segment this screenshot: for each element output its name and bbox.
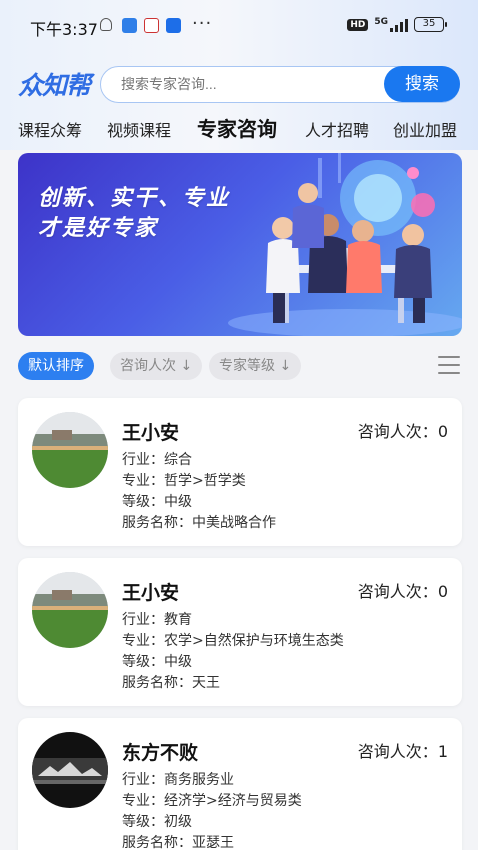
banner-subheadline: 才是好专家	[38, 216, 159, 241]
consult-count: 咨询人次：0	[357, 422, 448, 441]
expert-avatar	[32, 572, 108, 648]
tab-business-franchise[interactable]: 创业加盟	[393, 117, 457, 141]
expert-avatar	[32, 412, 108, 488]
mute-icon	[100, 18, 112, 31]
video-app-icon	[166, 18, 181, 33]
search-button[interactable]: 搜索	[384, 66, 460, 102]
expert-major: 专业：经济学>经济与贸易类	[122, 793, 302, 809]
consult-count: 咨询人次：1	[357, 742, 448, 761]
network-label: 5G	[374, 17, 388, 27]
tab-video-courses[interactable]: 视频课程	[107, 117, 171, 141]
hd-icon: HD	[347, 18, 369, 31]
expert-card[interactable]: 王小安 咨询人次：0 行业：综合 专业：哲学>哲学类 等级：中级 服务名称：中美…	[18, 398, 462, 546]
expert-major: 专业：哲学>哲学类	[122, 473, 246, 489]
tab-course-crowdfunding[interactable]: 课程众筹	[18, 117, 82, 141]
battery-icon: 35	[414, 17, 447, 32]
app-logo: 众知帮	[18, 71, 91, 100]
search-bar[interactable]: 搜索	[100, 66, 460, 103]
sort-default-button[interactable]: 默认排序	[18, 352, 94, 380]
expert-name: 王小安	[122, 422, 180, 444]
expert-name: 王小安	[122, 582, 180, 604]
expert-level: 等级：初级	[122, 814, 192, 830]
expert-major: 专业：农学>自然保护与环境生态类	[122, 633, 344, 649]
news-app-icon	[144, 18, 159, 33]
expert-card[interactable]: 王小安 咨询人次：0 行业：教育 专业：农学>自然保护与环境生态类 等级：中级 …	[18, 558, 462, 706]
search-input[interactable]	[121, 67, 361, 101]
expert-level: 等级：中级	[122, 494, 192, 510]
status-bar: 下午3:37 ··· HD 5G 35	[0, 0, 478, 52]
category-nav: 课程众筹 视频课程 专家咨询 人才招聘 创业加盟	[0, 113, 478, 143]
tab-talent-recruitment[interactable]: 人才招聘	[305, 117, 369, 141]
expert-card[interactable]: 东方不败 咨询人次：1 行业：商务服务业 专业：经济学>经济与贸易类 等级：初级…	[18, 718, 462, 850]
promo-banner[interactable]: 创新、实干、专业 才是好专家	[18, 153, 462, 336]
consult-count: 咨询人次：0	[357, 582, 448, 601]
expert-service: 服务名称：亚瑟王	[122, 835, 234, 850]
banner-headline: 创新、实干、专业	[38, 186, 231, 211]
expert-service: 服务名称：天王	[122, 675, 220, 691]
expert-level: 等级：中级	[122, 654, 192, 670]
sort-by-consults-button[interactable]: 咨询人次 ↓	[110, 352, 203, 380]
expert-industry: 行业：综合	[122, 452, 192, 468]
sort-by-level-button[interactable]: 专家等级 ↓	[209, 352, 302, 380]
more-notifications-icon: ···	[192, 13, 213, 34]
menu-icon[interactable]	[438, 356, 460, 376]
expert-name: 东方不败	[122, 742, 199, 764]
zhihu-app-icon	[122, 18, 137, 33]
expert-service: 服务名称：中美战略合作	[122, 515, 276, 531]
signal-icon	[390, 18, 408, 32]
status-time: 下午3:37	[30, 20, 98, 39]
expert-avatar	[32, 732, 108, 808]
tab-expert-consulting[interactable]: 专家咨询	[197, 113, 277, 142]
expert-industry: 行业：商务服务业	[122, 772, 234, 788]
expert-industry: 行业：教育	[122, 612, 192, 628]
